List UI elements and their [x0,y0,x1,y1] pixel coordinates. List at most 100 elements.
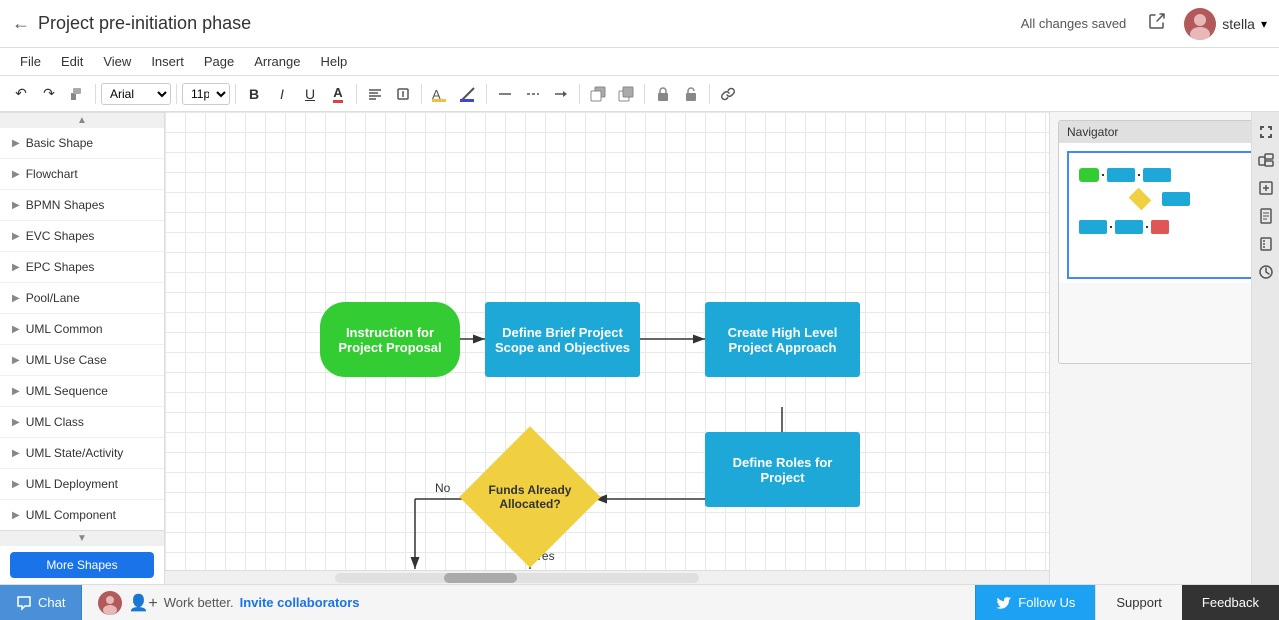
zoom-fit-button[interactable] [1254,148,1278,172]
feedback-button[interactable]: Feedback [1182,585,1279,620]
sidebar-list: ▶ Basic Shape ▶ Flowchart ▶ BPMN Shapes … [0,128,164,530]
menu-arrange[interactable]: Arrange [246,52,308,71]
horizontal-scrollbar[interactable] [165,570,1049,584]
shape-instruction[interactable]: Instruction forProject Proposal [320,302,460,377]
menu-help[interactable]: Help [312,52,355,71]
chevron-icon: ▶ [12,324,20,335]
text-align-button[interactable] [362,81,388,107]
sidebar-item-flowchart[interactable]: ▶ Flowchart [0,159,164,190]
undo-button[interactable]: ↶ [8,81,34,107]
sidebar-item-epc[interactable]: ▶ EPC Shapes [0,252,164,283]
shape-funds-allocated[interactable]: Funds AlreadyAllocated? [460,442,600,552]
support-button[interactable]: Support [1095,585,1182,620]
menu-view[interactable]: View [95,52,139,71]
avatar [1184,8,1216,40]
sidebar-item-uml-class[interactable]: ▶ UML Class [0,407,164,438]
connection-style-button[interactable] [492,81,518,107]
feedback-label: Feedback [1202,595,1259,610]
chevron-icon: ▶ [12,386,20,397]
sidebar-scroll-down[interactable]: ▼ [0,530,164,546]
sidebar-item-uml-sequence[interactable]: ▶ UML Sequence [0,376,164,407]
chat-label: Chat [38,595,65,610]
sidebar-item-pool[interactable]: ▶ Pool/Lane [0,283,164,314]
user-menu[interactable]: stella ▾ [1184,8,1267,40]
navigator-preview[interactable] [1059,143,1271,283]
history-button[interactable] [1254,260,1278,284]
shape-create-high[interactable]: Create High LevelProject Approach [705,302,860,377]
to-front-button[interactable] [585,81,611,107]
follow-us-label: Follow Us [1018,595,1075,610]
to-back-button[interactable] [613,81,639,107]
chevron-icon: ▶ [12,231,20,242]
font-color-button[interactable]: A [325,81,351,107]
lock-button[interactable] [650,81,676,107]
menu-edit[interactable]: Edit [53,52,91,71]
chevron-icon: ▶ [12,293,20,304]
page-setup-button[interactable] [1254,204,1278,228]
more-shapes-button[interactable]: More Shapes [10,552,154,578]
sidebar-scroll-up[interactable]: ▲ [0,112,164,128]
chevron-icon: ▶ [12,262,20,273]
fill-color-button[interactable]: A [427,81,453,107]
chevron-icon: ▶ [12,417,20,428]
unlock-button[interactable] [678,81,704,107]
redo-button[interactable]: ↷ [36,81,62,107]
chevron-icon: ▶ [12,479,20,490]
left-sidebar: ▲ ▶ Basic Shape ▶ Flowchart ▶ BPMN Shape… [0,112,165,584]
link-button[interactable] [715,81,741,107]
invite-avatar [98,591,122,615]
menu-page[interactable]: Page [196,52,242,71]
fullscreen-button[interactable] [1254,176,1278,200]
underline-button[interactable]: U [297,81,323,107]
line-color-button[interactable] [455,81,481,107]
menu-insert[interactable]: Insert [143,52,192,71]
chevron-icon: ▶ [12,355,20,366]
share-button[interactable] [1146,10,1168,38]
sidebar-item-uml-usecase[interactable]: ▶ UML Use Case [0,345,164,376]
sidebar-item-uml-deployment[interactable]: ▶ UML Deployment [0,469,164,500]
navigator-lower [1059,283,1271,363]
format-painter-button[interactable] [64,81,90,107]
chevron-icon: ▶ [12,200,20,211]
sidebar-item-uml-state[interactable]: ▶ UML State/Activity [0,438,164,469]
sidebar-item-evc[interactable]: ▶ EVC Shapes [0,221,164,252]
invite-text: Work better. [164,595,234,610]
sidebar-item-uml-common[interactable]: ▶ UML Common [0,314,164,345]
username: stella [1222,16,1255,32]
font-family-select[interactable]: Arial [101,83,171,105]
format-button[interactable] [1254,232,1278,256]
canvas-area[interactable]: No Yes Instruction forProject Proposal D… [165,112,1049,584]
title-bar: ← Project pre-initiation phase All chang… [0,0,1279,48]
shape-define-roles[interactable]: Define Roles forProject [705,432,860,507]
sidebar-item-uml-component[interactable]: ▶ UML Component [0,500,164,530]
shape-define-brief[interactable]: Define Brief ProjectScope and Objectives [485,302,640,377]
chat-button[interactable]: Chat [0,585,82,620]
navigator-box: Navigator » [1058,120,1271,364]
invite-link[interactable]: Invite collaborators [240,595,360,610]
back-button[interactable]: ← [12,13,30,34]
font-size-select[interactable]: 11px [182,83,230,105]
nav-mini-shapes [1079,168,1190,234]
main-area: ▲ ▶ Basic Shape ▶ Flowchart ▶ BPMN Shape… [0,112,1279,584]
right-actions: Follow Us Support Feedback [975,585,1279,620]
chevron-icon: ▶ [12,510,20,521]
right-panel: Navigator » [1049,112,1279,584]
fit-page-button[interactable] [1254,120,1278,144]
menu-file[interactable]: File [12,52,49,71]
chat-icon [16,595,32,611]
add-collaborator-icon: 👤+ [128,593,157,613]
scrollbar-track [335,573,699,583]
bold-button[interactable]: B [241,81,267,107]
invite-bar: 👤+ Work better. Invite collaborators [82,591,975,615]
support-label: Support [1116,595,1162,610]
menu-bar: File Edit View Insert Page Arrange Help [0,48,1279,76]
sidebar-item-bpmn[interactable]: ▶ BPMN Shapes [0,190,164,221]
line-style-button[interactable] [520,81,546,107]
vertical-align-button[interactable] [390,81,416,107]
scrollbar-thumb[interactable] [444,573,517,583]
sidebar-item-basic-shape[interactable]: ▶ Basic Shape [0,128,164,159]
bottom-bar: Chat 👤+ Work better. Invite collaborator… [0,584,1279,620]
follow-us-button[interactable]: Follow Us [975,585,1095,620]
arrow-style-button[interactable] [548,81,574,107]
italic-button[interactable]: I [269,81,295,107]
